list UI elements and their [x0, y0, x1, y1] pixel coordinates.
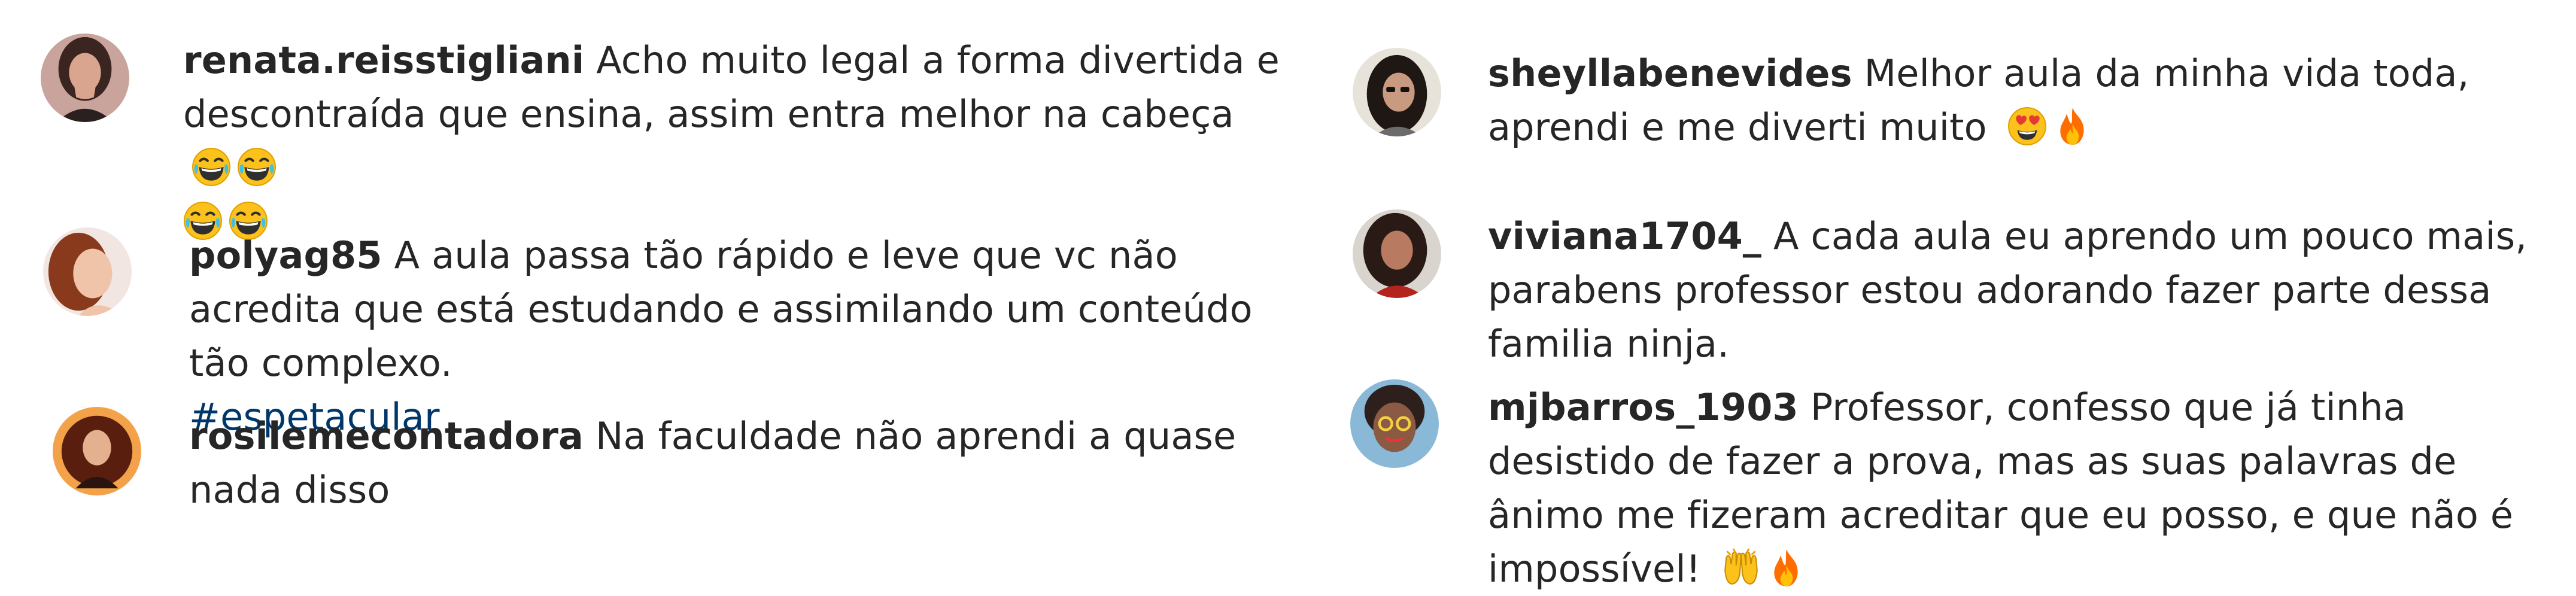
comment-body: mjbarros_1903 Professor, confesso que já… [1488, 381, 2571, 596]
comment-username[interactable]: viviana1704_ [1488, 214, 1761, 258]
avatar[interactable] [41, 34, 129, 122]
comment-username[interactable]: rosilemecontadora [189, 414, 584, 458]
laughing-tears-emoji [192, 147, 231, 187]
avatar[interactable] [1353, 209, 1441, 298]
comment-body: rosilemecontadora Na faculdade não apren… [189, 409, 1296, 517]
raising-hands-emoji [1721, 548, 1761, 588]
comment-body: renata.reisstigliani Acho muito legal a … [183, 34, 1296, 249]
avatar[interactable] [43, 227, 132, 316]
comment-username[interactable]: sheyllabenevides [1488, 51, 1852, 95]
laughing-tears-emoji [237, 147, 277, 187]
comment-username[interactable]: polyag85 [189, 233, 382, 277]
fire-emoji [1767, 548, 1806, 588]
comment-username[interactable]: renata.reisstigliani [183, 38, 584, 82]
avatar[interactable] [1350, 379, 1439, 468]
heart-eyes-emoji [2007, 107, 2047, 146]
comment-body: sheyllabenevides Melhor aula da minha vi… [1488, 47, 2571, 154]
comment-username[interactable]: mjbarros_1903 [1488, 385, 1799, 429]
avatar[interactable] [1353, 48, 1441, 136]
fire-emoji [2053, 107, 2092, 146]
avatar[interactable] [53, 407, 141, 495]
comment-body: viviana1704_ A cada aula eu aprendo um p… [1488, 209, 2571, 371]
